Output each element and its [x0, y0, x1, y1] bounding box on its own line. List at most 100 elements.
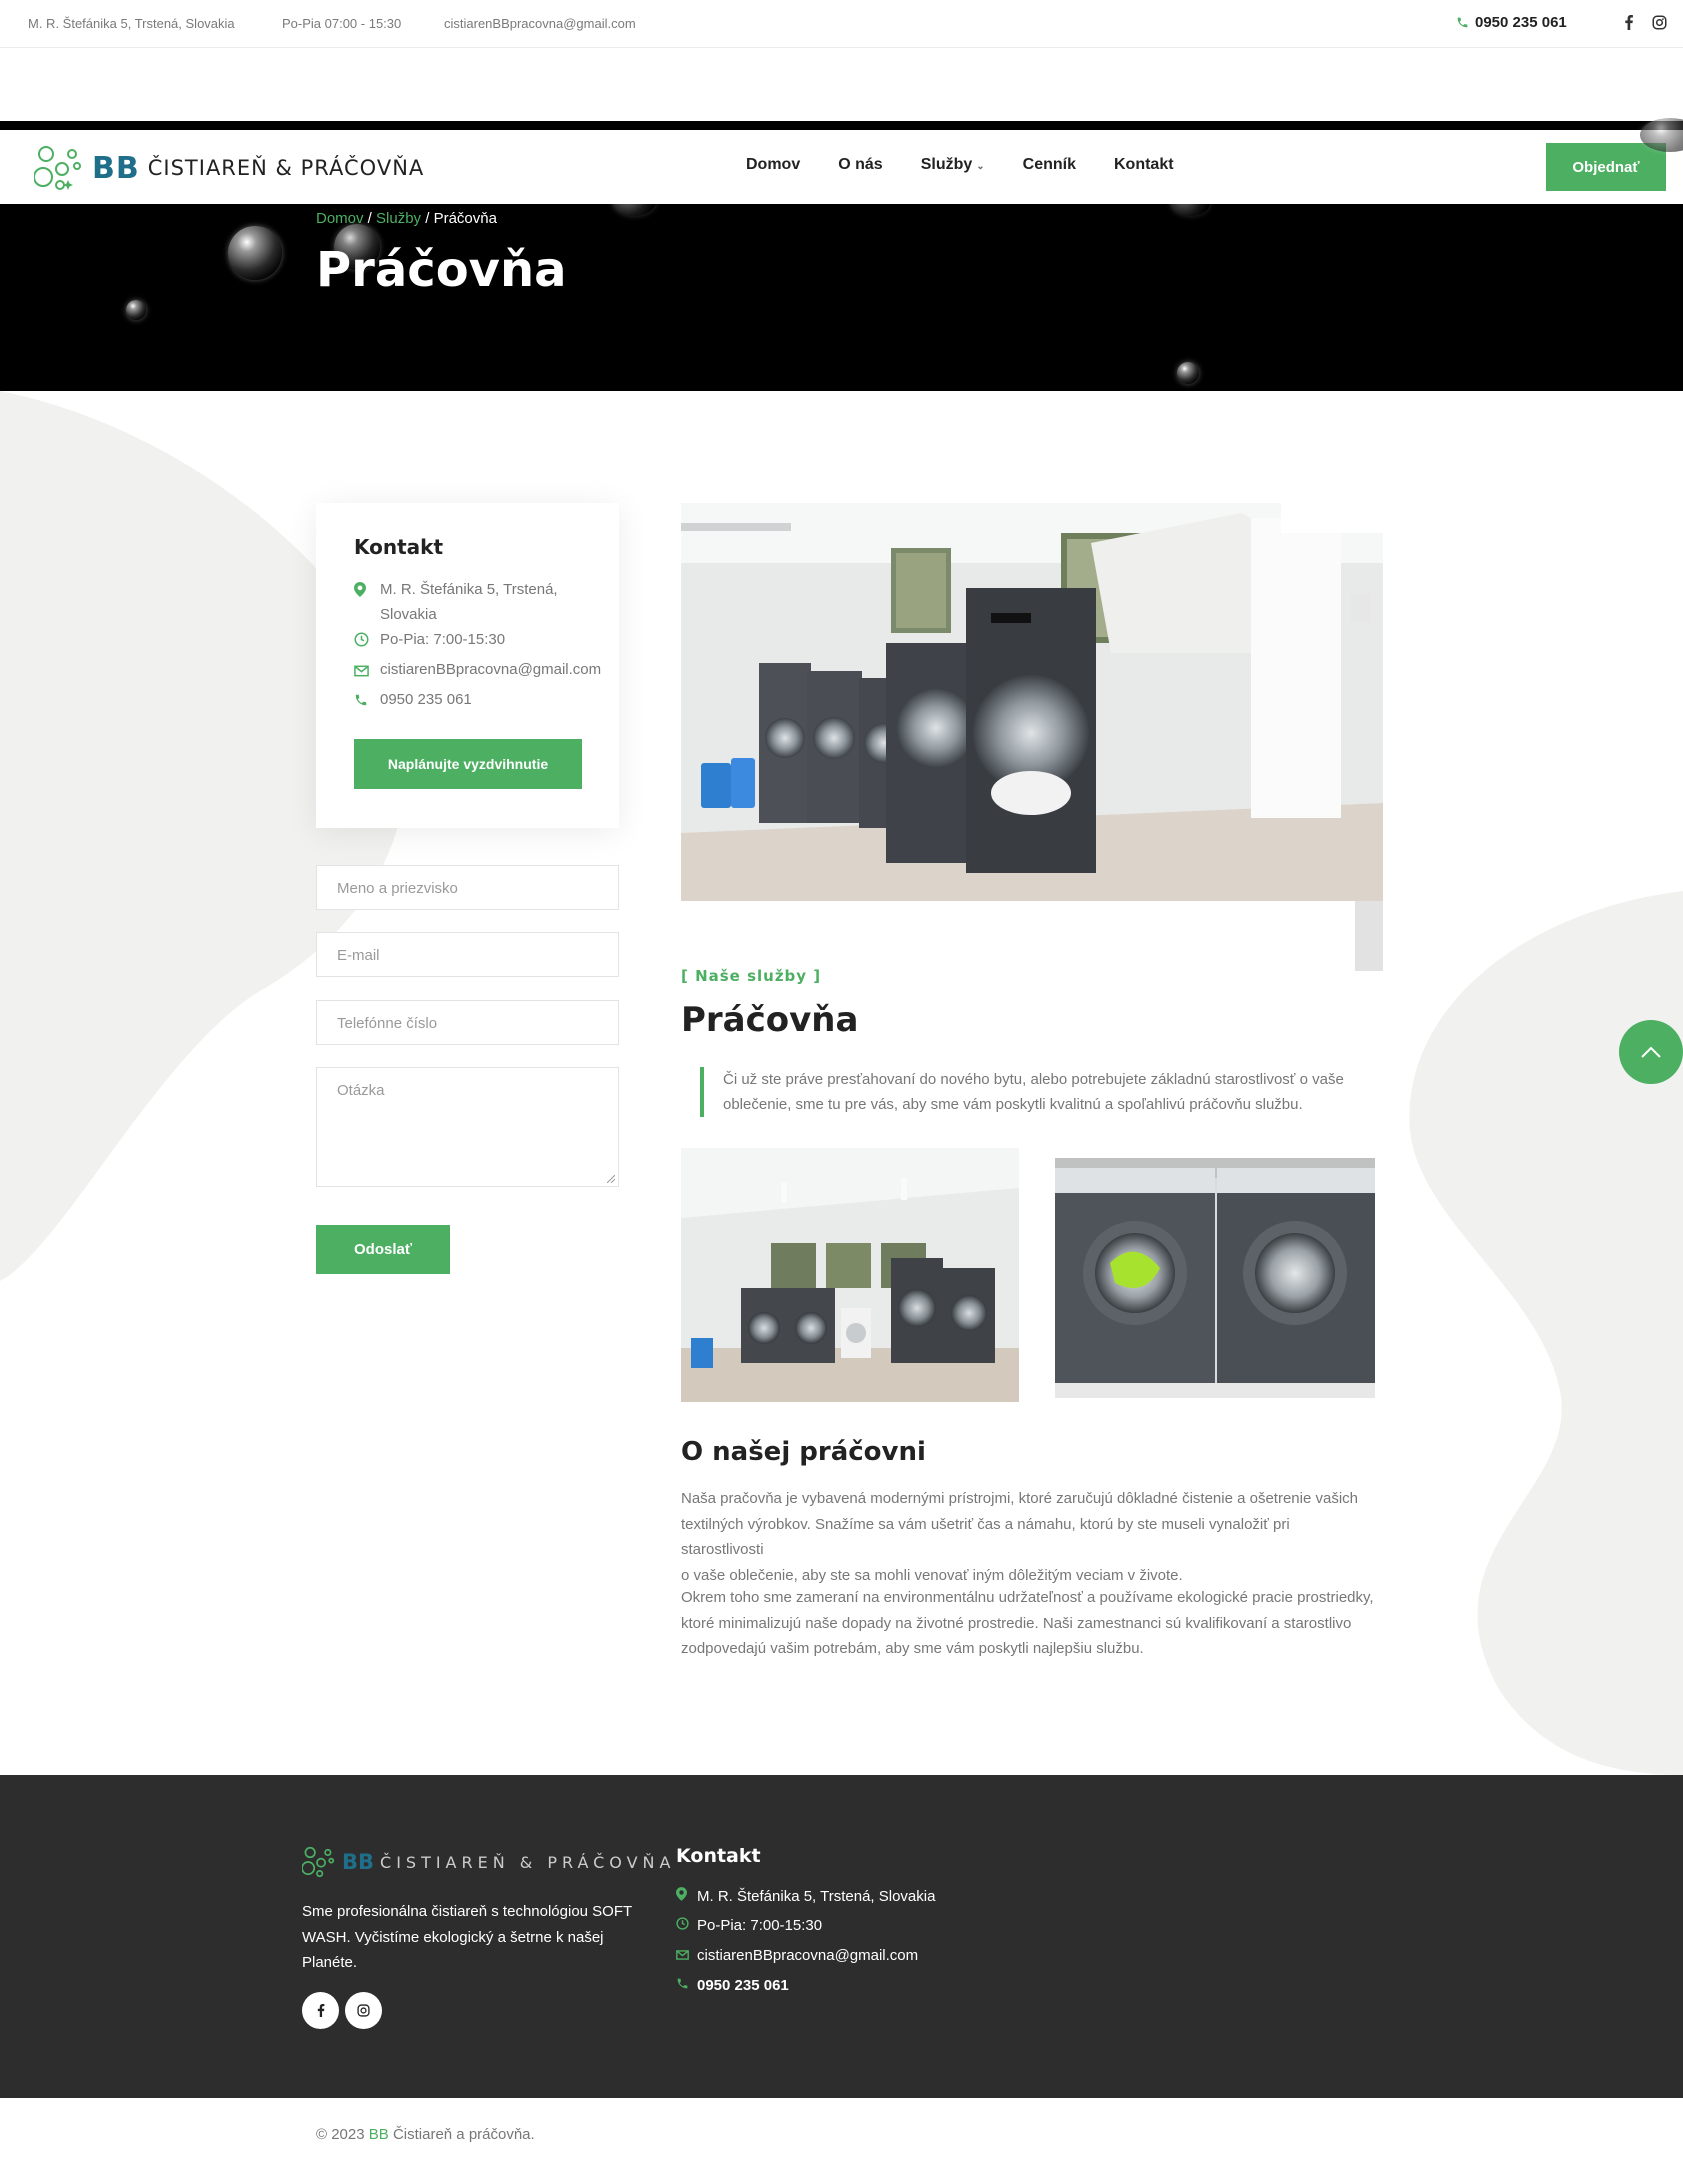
contact-phone[interactable]: 0950 235 061 — [354, 687, 472, 715]
nav-item-pricing[interactable]: Cenník — [1023, 156, 1076, 174]
main-nav: BB ČISTIAREŇ & PRÁČOVŇA Domov O nás Služ… — [0, 130, 1683, 204]
contact-hours-label: Po-Pia: 7:00-15:30 — [380, 631, 506, 648]
topbar-email[interactable]: cistiarenBBpracovna@gmail.com — [444, 16, 636, 31]
chevron-up-icon — [1641, 1046, 1661, 1058]
footer-email-label: cistiarenBBpracovna@gmail.com — [697, 1947, 919, 1964]
para2-line-1: Okrem toho sme zameraní na environmentál… — [681, 1589, 1374, 1606]
topbar-phone-label: 0950 235 061 — [1475, 14, 1567, 31]
footer-address-label: M. R. Štefánika 5, Trstená, Slovakia — [697, 1887, 936, 1905]
bubble-decoration — [612, 204, 656, 216]
bubble-decoration — [228, 226, 282, 280]
site-logo[interactable]: BB ČISTIAREŇ & PRÁČOVŇA — [34, 144, 424, 192]
copyright: © 2023 BB Čistiareň a práčovňa. — [316, 2126, 535, 2143]
about-paragraph-2: Okrem toho sme zameraní na environmentál… — [681, 1585, 1376, 1662]
footer-hours: Po-Pia: 7:00-15:30 — [676, 1917, 822, 1934]
page-hero: Domov / Služby / Práčovňa Práčovňa — [0, 204, 1683, 391]
about-paragraph-1: Naša pračovňa je vybavená modernými prís… — [681, 1486, 1376, 1588]
nav-menu: Domov O nás Služby ⌄ Cenník Kontakt — [746, 156, 1174, 174]
section-tag: [ Naše služby ] — [681, 967, 822, 985]
phone-icon — [676, 1977, 697, 1994]
nav-item-about[interactable]: O nás — [838, 156, 882, 174]
logo-text: ČISTIAREŇ & PRÁČOVŇA — [147, 156, 425, 180]
logo-bb: BB — [92, 150, 140, 186]
footer-facebook-icon[interactable] — [302, 1992, 339, 2029]
mail-icon — [676, 1947, 697, 1964]
phone-field[interactable]: Telefónne číslo — [316, 1000, 619, 1045]
breadcrumb-separator: / — [421, 210, 434, 227]
bubble-decoration — [1177, 362, 1199, 384]
name-field[interactable]: Meno a priezvisko — [316, 865, 619, 910]
mail-icon — [354, 657, 380, 685]
map-pin-icon — [354, 577, 380, 627]
bubble-decoration — [126, 300, 146, 320]
order-button[interactable]: Objednať — [1546, 143, 1666, 191]
scroll-to-top-button[interactable] — [1619, 1020, 1683, 1084]
map-pin-icon — [676, 1887, 697, 1905]
contact-email-label: cistiarenBBpracovna@gmail.com — [380, 661, 602, 678]
para1-line-3: o vaše oblečenie, aby ste sa mohli venov… — [681, 1566, 1183, 1584]
contact-email[interactable]: cistiarenBBpracovna@gmail.com — [354, 657, 601, 685]
bubbles-logo-icon — [34, 146, 81, 190]
breadcrumb: Domov / Služby / Práčovňa — [316, 210, 497, 227]
footer-hours-label: Po-Pia: 7:00-15:30 — [697, 1917, 823, 1934]
quote-line-1: Či už ste práve presťahovaní do nového b… — [723, 1071, 1344, 1088]
clock-icon — [354, 627, 380, 655]
contact-address-line2: Slovakia — [380, 606, 437, 623]
footer: BB ČISTIAREŇ & PRÁČOVŇA Sme profesionáln… — [0, 1775, 1683, 2098]
para1-line-2: textilných výrobkov. Snažíme sa vám ušet… — [681, 1515, 1290, 1559]
breadcrumb-home[interactable]: Domov — [316, 210, 364, 227]
service-intro-quote: Či už ste práve presťahovaní do nového b… — [700, 1067, 1380, 1117]
about-laundry-title: O našej práčovni — [681, 1437, 926, 1467]
photo-edge-shadow — [1355, 901, 1383, 971]
quote-line-2: oblečenie, sme tu pre vás, aby sme vám p… — [723, 1096, 1303, 1113]
topbar-address: M. R. Štefánika 5, Trstená, Slovakia — [28, 16, 235, 31]
nav-item-services[interactable]: Služby ⌄ — [921, 156, 985, 174]
footer-phone-label: 0950 235 061 — [697, 1977, 789, 1994]
laundry-room-photo — [681, 1148, 1019, 1402]
footer-contact-title: Kontakt — [676, 1845, 761, 1867]
email-field[interactable]: E-mail — [316, 932, 619, 977]
nav-divider — [0, 121, 1683, 130]
question-textarea[interactable]: Otázka — [316, 1067, 619, 1187]
footer-logo-bb: BB — [342, 1850, 375, 1874]
topbar-hours: Po-Pia 07:00 - 15:30 — [282, 16, 402, 31]
footer-logo[interactable]: BB ČISTIAREŇ & PRÁČOVŇA — [302, 1845, 675, 1879]
breadcrumb-current: Práčovňa — [433, 210, 497, 227]
bubbles-logo-icon — [302, 1846, 335, 1878]
contact-phone-label: 0950 235 061 — [380, 691, 472, 708]
nav-item-contact[interactable]: Kontakt — [1114, 156, 1174, 174]
footer-address: M. R. Štefánika 5, Trstená, Slovakia — [676, 1887, 935, 1905]
footer-description: Sme profesionálna čistiareň s technológi… — [302, 1903, 632, 1971]
phone-icon — [354, 687, 380, 715]
instagram-icon[interactable] — [1652, 15, 1667, 33]
schedule-pickup-button[interactable]: Naplánujte vyzdvihnutie — [354, 739, 582, 789]
footer-email[interactable]: cistiarenBBpracovna@gmail.com — [676, 1947, 918, 1964]
breadcrumb-separator: / — [363, 210, 377, 227]
resize-handle-icon[interactable] — [607, 1175, 615, 1183]
page-title: Práčovňa — [316, 242, 567, 298]
laundry-main-photo — [681, 503, 1383, 901]
footer-logo-text: ČISTIAREŇ & PRÁČOVŇA — [380, 1852, 676, 1872]
bubble-decoration — [1170, 204, 1210, 216]
contact-address-line1: M. R. Štefánika 5, Trstená, — [380, 581, 558, 598]
breadcrumb-services[interactable]: Služby — [376, 210, 421, 227]
contact-hours: Po-Pia: 7:00-15:30 — [354, 627, 505, 655]
clock-icon — [676, 1917, 697, 1934]
question-placeholder: Otázka — [337, 1082, 385, 1099]
para2-line-3: zodpovedajú vašim potrebám, aby sme vám … — [681, 1640, 1144, 1657]
washing-machines-photo — [1055, 1158, 1375, 1398]
copyright-prefix: © 2023 — [316, 2126, 369, 2143]
contact-address: M. R. Štefánika 5, Trstená, Slovakia — [354, 577, 558, 627]
footer-instagram-icon[interactable] — [345, 1992, 382, 2029]
chevron-down-icon: ⌄ — [976, 161, 985, 172]
para2-line-2: ktoré minimalizujú naše dopady na životn… — [681, 1614, 1352, 1632]
nav-item-home[interactable]: Domov — [746, 156, 800, 174]
copyright-bb: BB — [368, 2126, 389, 2143]
topbar-phone[interactable]: 0950 235 061 — [1456, 14, 1567, 31]
facebook-icon[interactable] — [1624, 15, 1634, 33]
submit-button[interactable]: Odoslať — [316, 1225, 450, 1274]
footer-phone[interactable]: 0950 235 061 — [676, 1977, 789, 1994]
phone-icon — [1457, 17, 1468, 28]
service-title: Práčovňa — [681, 1000, 859, 1040]
para1-line-1: Naša pračovňa je vybavená modernými prís… — [681, 1490, 1358, 1507]
